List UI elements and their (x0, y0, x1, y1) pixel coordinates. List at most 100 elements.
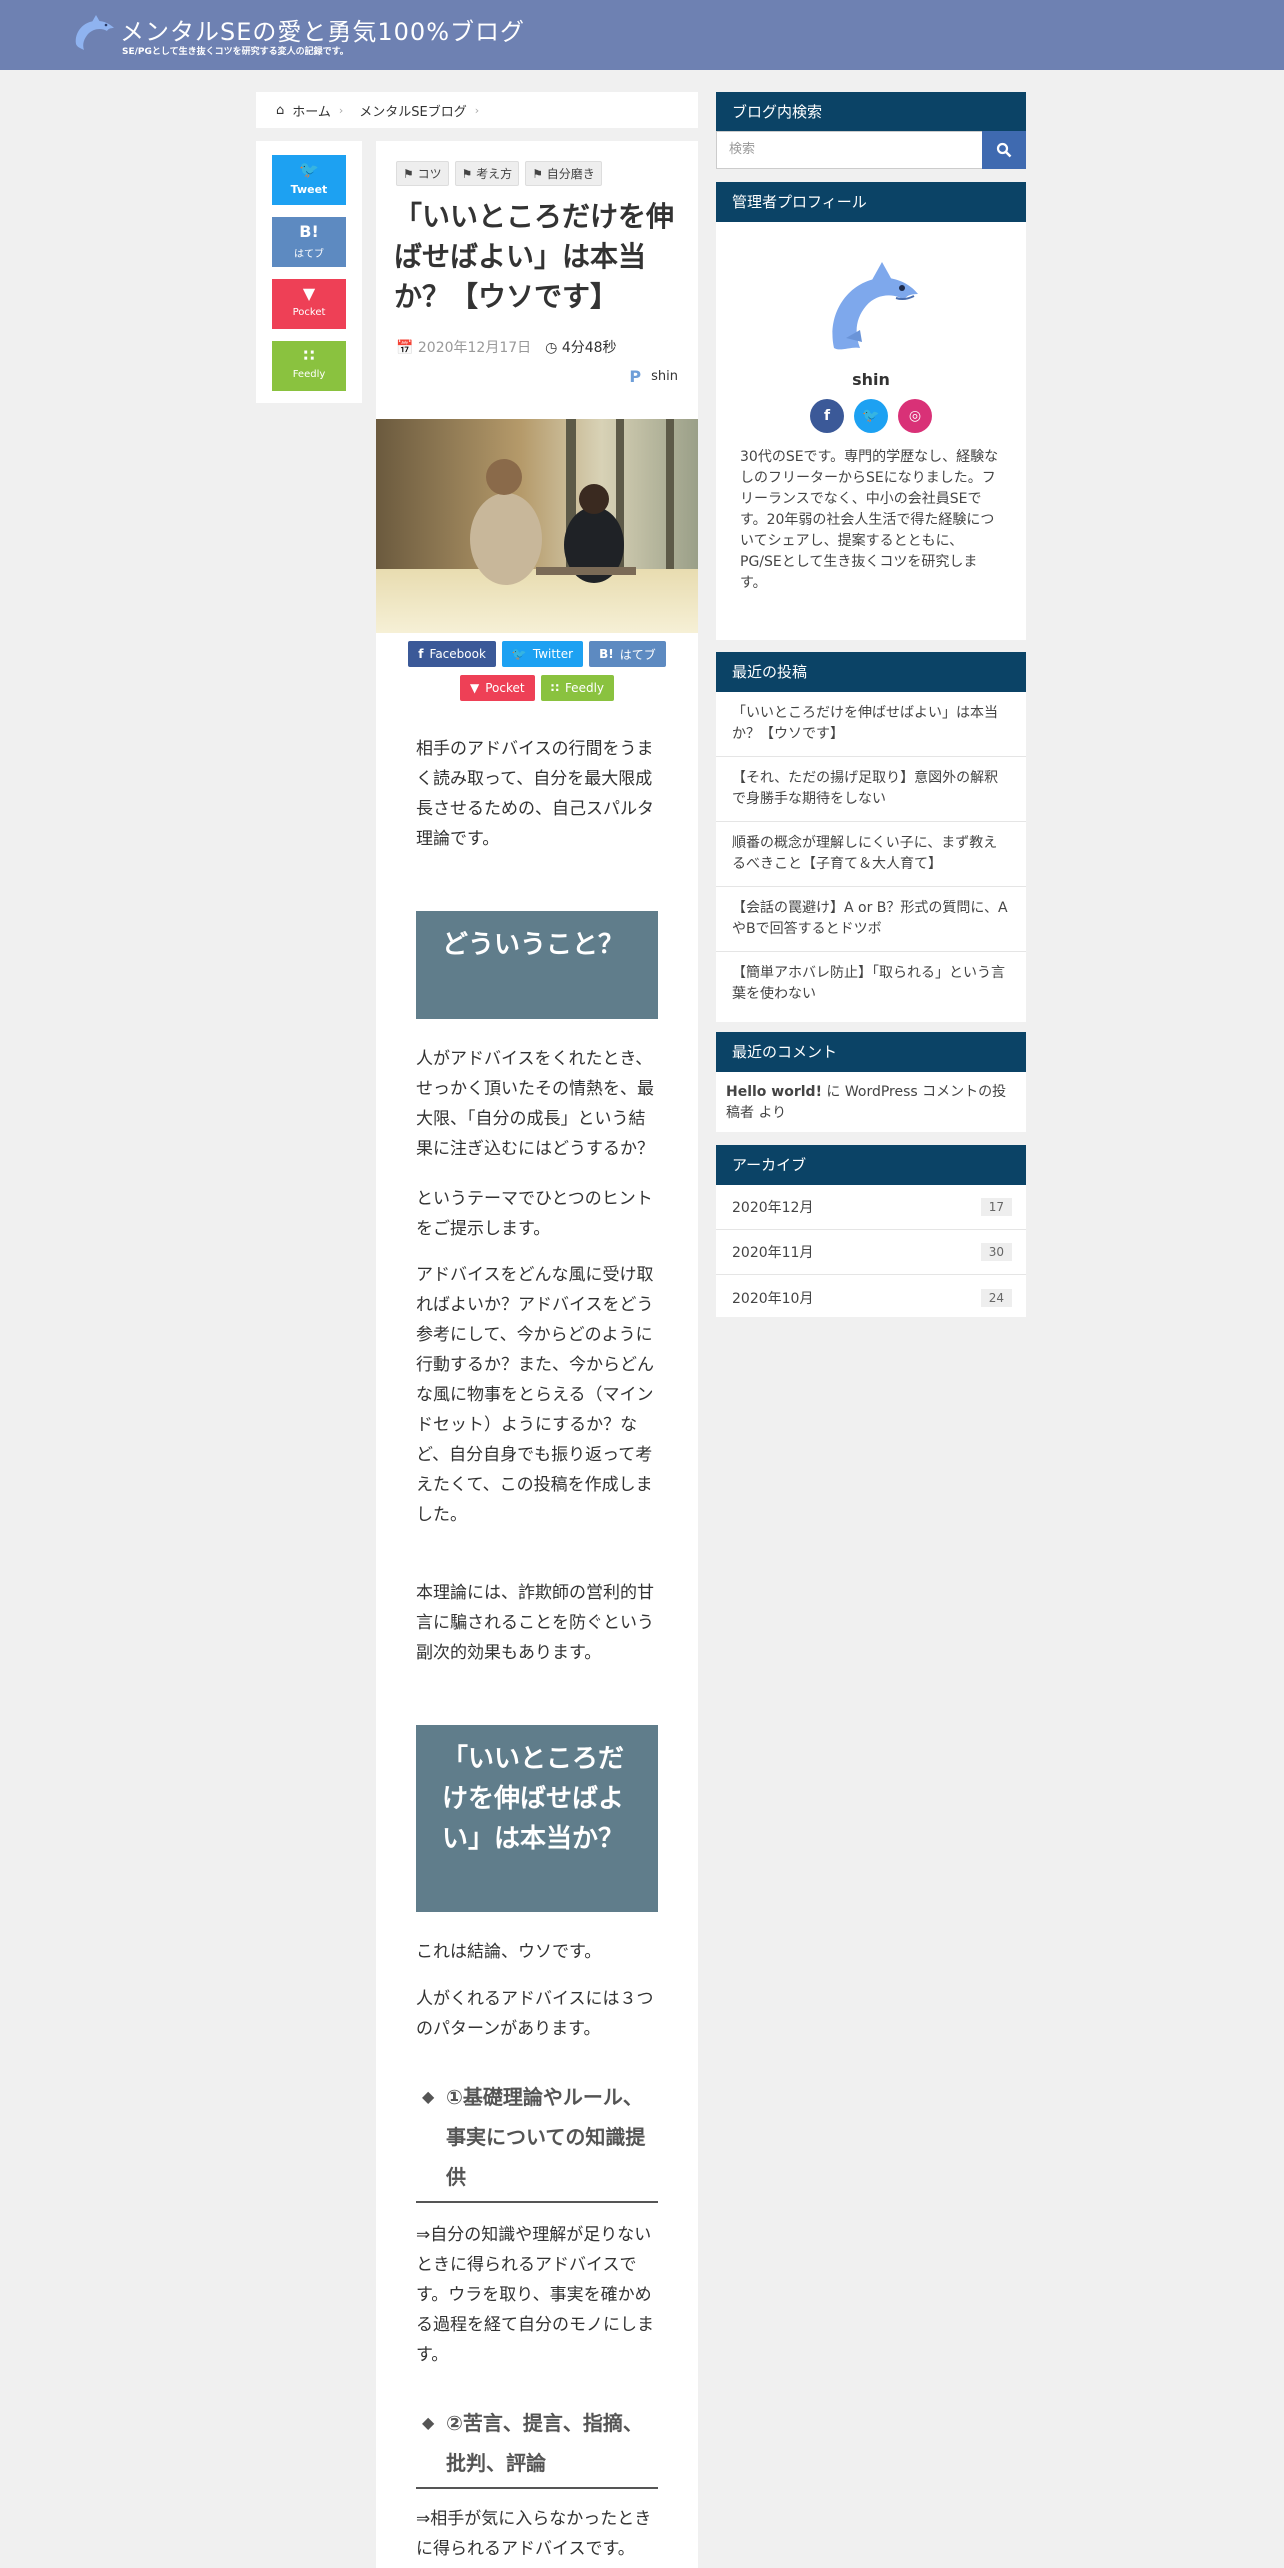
search-form: 検索 (716, 131, 1026, 169)
post-date: 📅 2020年12月17日 (396, 340, 532, 356)
paragraph: ⇒相手が気に入らなかったときに得られるアドバイスです。 (416, 2509, 652, 2559)
archive-label: 2020年11月 (732, 1245, 814, 1261)
pocket-icon: ▼ (302, 284, 316, 303)
date-text: 2020年12月17日 (417, 340, 532, 356)
tag-label: 自分磨き (546, 167, 595, 181)
recent-post-link[interactable]: 【それ、ただの揚げ足取り】意図外の解釈で身勝手な期待をしない (716, 757, 1026, 822)
sub-heading-text: ②苦言、提言、指摘、批判、評論 (446, 2411, 643, 2475)
share-row-1: f Facebook 🐦 Twitter B! はてブ (376, 641, 698, 667)
diamond-icon: ◆ (422, 2413, 435, 2432)
paragraph: ⇒自分の知識や理解が足りないときに得られるアドバイスです。ウラを取り、事実を確か… (416, 2225, 654, 2365)
search-icon (996, 142, 1012, 158)
site-header: メンタルSEの愛と勇気100%ブログ SE/PGとして生き抜くコツを研究する変人… (0, 0, 1284, 70)
section-heading: どういうこと？ (416, 911, 658, 1019)
facebook-icon: f (418, 647, 424, 661)
widget-heading: アーカイブ (716, 1145, 1026, 1185)
chevron-right-icon: › (474, 103, 480, 117)
side-share-column: 🐦 Tweet B! はてブ ▼ Pocket ∷ Feedly (256, 141, 362, 403)
archive-count: 17 (980, 1198, 1012, 1216)
site-title[interactable]: メンタルSEの愛と勇気100%ブログ (120, 12, 525, 47)
feedly-button[interactable]: ∷ Feedly (272, 341, 346, 391)
recent-post-link[interactable]: 「いいところだけを伸ばせばよい」は本当か？【ウソです】 (716, 692, 1026, 757)
dolphin-avatar (832, 262, 918, 350)
recent-comment: Hello world! に WordPress コメントの投稿者 より (716, 1072, 1026, 1134)
widget-heading: 最近のコメント (716, 1032, 1026, 1072)
hatena-icon: B! (599, 647, 614, 661)
twitter-share-button[interactable]: 🐦 Twitter (501, 641, 584, 667)
breadcrumb-category[interactable]: メンタルSEブログ (359, 101, 466, 120)
sub-heading: ◆ ②苦言、提言、指摘、批判、評論 (416, 2403, 658, 2489)
widget-heading: 最近の投稿 (716, 652, 1026, 692)
hatena-icon: B! (299, 222, 319, 241)
tweet-button[interactable]: 🐦 Tweet (272, 155, 346, 205)
pocket-button[interactable]: ▼ Pocket (272, 279, 346, 329)
intro-paragraph: 相手のアドバイスの行間をうまく読み取って、自分を最大限成長させるための、自己スパ… (416, 739, 654, 849)
archive-item[interactable]: 2020年12月 17 (716, 1185, 1026, 1230)
pocket-icon: ▼ (469, 681, 480, 695)
recent-posts-widget: 最近の投稿 「いいところだけを伸ばせばよい」は本当か？【ウソです】 【それ、ただ… (716, 652, 1026, 1022)
breadcrumb: ⌂ ホーム › メンタルSEブログ › (256, 92, 698, 128)
section-heading: 「いいところだけを伸ばせばよい」は本当か？ (416, 1725, 658, 1912)
share-row-2: ▼ Pocket ∷ Feedly (376, 675, 698, 701)
facebook-share-button[interactable]: f Facebook (408, 641, 496, 667)
instagram-icon[interactable]: ◎ (898, 399, 932, 433)
paragraph: 本理論には、詐欺師の営利的甘言に騙されることを防ぐという副次的効果もあります。 (416, 1583, 654, 1663)
archives-widget: アーカイブ 2020年12月 17 2020年11月 30 2020年10月 2… (716, 1145, 1026, 1317)
comment-post-link[interactable]: Hello world! (726, 1084, 822, 1100)
twitter-icon: 🐦 (299, 160, 319, 179)
archive-item[interactable]: 2020年10月 24 (716, 1275, 1026, 1320)
site-tagline: SE/PGとして生き抜くコツを研究する変人の記録です。 (122, 47, 349, 57)
paragraph: というテーマでひとつのヒントをご提示します。 (416, 1189, 653, 1239)
archive-count: 24 (980, 1288, 1012, 1307)
sub-heading-text: ①基礎理論やルール、事実についての知識提供 (446, 2085, 646, 2189)
rss-icon: ∷ (550, 681, 559, 695)
recent-post-link[interactable]: 【会話の罠避け】A or B？形式の質問に、AやBで回答するとドツボ (716, 887, 1026, 952)
article: ⚑ コツ ⚑ 考え方 ⚑ 自分磨き 「いいところだけを伸ばせばよい」は本当か？【… (376, 141, 698, 2568)
recent-post-link[interactable]: 【簡単アホバレ防止】「取られる」という言葉を使わない (716, 952, 1026, 1016)
author[interactable]: P shin (629, 367, 678, 386)
author-avatar-icon: P (629, 367, 642, 386)
tag[interactable]: ⚑ 考え方 (454, 161, 520, 186)
feedly-share-button[interactable]: ∷ Feedly (540, 675, 615, 701)
post-meta: 📅 2020年12月17日 ◷ 4分48秒 (396, 337, 617, 357)
widget-heading: 管理者プロフィール (716, 182, 1026, 222)
paragraph: これは結論、ウソです。 (416, 1942, 602, 1962)
diamond-icon: ◆ (422, 2087, 435, 2106)
tag-label: 考え方 (476, 167, 513, 181)
twitter-label: Twitter (532, 647, 574, 661)
recent-comments-widget: 最近のコメント Hello world! に WordPress コメントの投稿… (716, 1032, 1026, 1132)
home-icon: ⌂ (276, 102, 285, 118)
tag[interactable]: ⚑ コツ (396, 161, 449, 186)
hatena-share-button[interactable]: B! はてブ (589, 641, 666, 667)
facebook-label: Facebook (429, 647, 486, 661)
pocket-share-button[interactable]: ▼ Pocket (459, 675, 535, 701)
hatena-button[interactable]: B! はてブ (272, 217, 346, 267)
profile-name: shin (852, 370, 890, 389)
profile-widget: 管理者プロフィール shin f 🐦 ◎ 30代のSEです。専門的学歴なし、経験… (716, 182, 1026, 640)
chevron-right-icon: › (338, 103, 344, 117)
archive-count: 30 (980, 1243, 1012, 1261)
recent-post-link[interactable]: 順番の概念が理解しにくい子に、まず教えるべきこと【子育て＆大人育て】 (716, 822, 1026, 887)
hatena-label: はてブ (619, 647, 656, 662)
dolphin-logo-icon[interactable] (70, 14, 116, 54)
hatena-label: はてブ (294, 249, 324, 260)
tag-list: ⚑ コツ ⚑ 考え方 ⚑ 自分磨き (396, 161, 602, 186)
breadcrumb-home[interactable]: ホーム (292, 101, 331, 120)
paragraph: アドバイスをどんな風に受け取ればよいか？アドバイスをどう参考にして、今からどのよ… (416, 1265, 654, 1525)
archive-item[interactable]: 2020年11月 30 (716, 1230, 1026, 1275)
post-title: 「いいところだけを伸ばせばよい」は本当か？【ウソです】 (394, 200, 675, 313)
rss-icon: ∷ (303, 346, 315, 365)
author-name: shin (651, 369, 678, 384)
read-time: ◷ 4分48秒 (545, 340, 617, 356)
tag[interactable]: ⚑ 自分磨き (525, 161, 602, 186)
facebook-icon[interactable]: f (810, 399, 844, 433)
twitter-icon[interactable]: 🐦 (854, 399, 888, 433)
paragraph: 人がくれるアドバイスには３つのパターンがあります。 (416, 1989, 654, 2039)
widget-heading: ブログ内検索 (716, 92, 1026, 132)
search-input[interactable]: 検索 (716, 131, 982, 169)
search-button[interactable] (982, 131, 1026, 169)
archive-label: 2020年10月 (732, 1290, 814, 1307)
paragraph: 人がアドバイスをくれたとき、せっかく頂いたその情熱を、最大限、「自分の成長」とい… (416, 1049, 654, 1159)
read-time-text: 4分48秒 (561, 340, 617, 356)
feedly-label: Feedly (292, 369, 326, 380)
